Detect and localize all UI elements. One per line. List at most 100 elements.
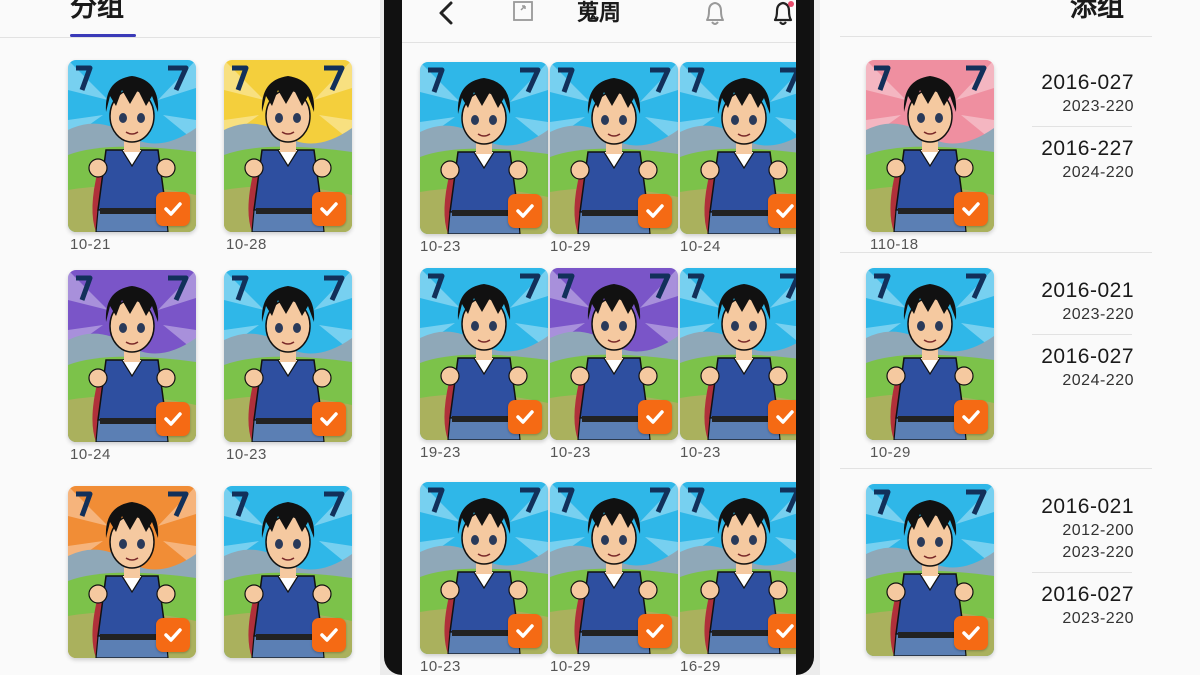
checkmark-icon — [320, 202, 338, 216]
row-divider — [840, 468, 1152, 469]
photo-date-label: 10-23 — [550, 444, 591, 461]
photo-card[interactable] — [866, 484, 994, 656]
checked-badge[interactable] — [638, 400, 672, 434]
date-group-divider — [1032, 334, 1132, 335]
checkmark-icon — [962, 202, 980, 216]
photo-date-label: 10-23 — [420, 238, 461, 255]
photo-card[interactable] — [866, 60, 994, 232]
center-screen: 蒐周 10-23 10-29 10-24 19-23 10-23 10-23 10-23 10… — [402, 0, 796, 675]
date-range-sub: 2023-220 — [1062, 98, 1134, 115]
checked-badge[interactable] — [768, 614, 796, 648]
checkmark-icon — [776, 204, 794, 218]
photo-card[interactable] — [680, 482, 796, 654]
photo-date-label: 19-23 — [420, 444, 461, 461]
checkmark-icon — [776, 624, 794, 638]
header-divider — [840, 36, 1152, 37]
checkmark-icon — [164, 628, 182, 642]
date-range-sub: 2024-220 — [1062, 372, 1134, 389]
photo-card[interactable] — [224, 270, 352, 442]
photo-date-label: 110-18 — [870, 236, 919, 253]
photo-date-label: 10-29 — [550, 658, 591, 675]
bell-notification-icon[interactable] — [768, 0, 796, 30]
bell-icon[interactable] — [700, 0, 730, 30]
checkmark-icon — [646, 204, 664, 218]
checkmark-icon — [320, 412, 338, 426]
checked-badge[interactable] — [312, 618, 346, 652]
date-range-main: 2016-027 — [1041, 583, 1134, 606]
row-divider — [840, 252, 1152, 253]
photo-date-label: 10-29 — [550, 238, 591, 255]
date-range-group[interactable]: 2016-021 2012-200 2023-220 — [1041, 494, 1134, 564]
photo-card[interactable] — [550, 62, 678, 234]
checkmark-icon — [646, 410, 664, 424]
tab-add-group[interactable]: 添组 — [1070, 0, 1124, 22]
checked-badge[interactable] — [954, 192, 988, 226]
photo-card[interactable] — [68, 486, 196, 658]
date-range-group[interactable]: 2016-021 2023-220 — [1041, 278, 1134, 326]
date-range-main: 2016-227 — [1041, 137, 1134, 160]
checked-badge[interactable] — [312, 192, 346, 226]
photo-card[interactable] — [224, 60, 352, 232]
checked-badge[interactable] — [638, 194, 672, 228]
photo-card[interactable] — [68, 270, 196, 442]
checkmark-icon — [516, 624, 534, 638]
photo-date-label: 10-24 — [680, 238, 721, 255]
date-range-main: 2016-021 — [1041, 279, 1134, 302]
checked-badge[interactable] — [508, 400, 542, 434]
photo-date-label: 10-29 — [870, 444, 911, 461]
checked-badge[interactable] — [156, 618, 190, 652]
checked-badge[interactable] — [156, 192, 190, 226]
checkmark-icon — [962, 410, 980, 424]
checked-badge[interactable] — [768, 194, 796, 228]
right-panel: 添组 110-18 2016-027 2023-220 2016-227 2024-22… — [820, 0, 1200, 675]
photo-date-label: 16-29 — [680, 658, 721, 675]
header-divider — [402, 42, 796, 43]
checkmark-icon — [320, 628, 338, 642]
checkmark-icon — [164, 202, 182, 216]
photo-card[interactable] — [680, 268, 796, 440]
photo-card[interactable] — [420, 62, 548, 234]
photo-card[interactable] — [550, 268, 678, 440]
date-range-sub: 2023-220 — [1062, 306, 1134, 323]
checked-badge[interactable] — [312, 402, 346, 436]
checked-badge[interactable] — [768, 400, 796, 434]
date-range-group[interactable]: 2016-027 2023-220 — [1041, 582, 1134, 630]
checked-badge[interactable] — [508, 614, 542, 648]
photo-card[interactable] — [224, 486, 352, 658]
date-range-sub: 2012-200 — [1062, 522, 1134, 539]
photo-card[interactable] — [680, 62, 796, 234]
checked-badge[interactable] — [638, 614, 672, 648]
checked-badge[interactable] — [954, 616, 988, 650]
checkmark-icon — [516, 410, 534, 424]
checkmark-icon — [962, 626, 980, 640]
photo-card[interactable] — [420, 268, 548, 440]
checked-badge[interactable] — [508, 194, 542, 228]
checked-badge[interactable] — [156, 402, 190, 436]
photo-date-label: 10-24 — [70, 446, 111, 463]
photo-date-label: 10-23 — [226, 446, 267, 463]
photo-date-label: 10-28 — [226, 236, 267, 253]
photo-date-label: 10-21 — [70, 236, 111, 253]
checked-badge[interactable] — [954, 400, 988, 434]
date-range-sub: 2023-220 — [1062, 544, 1134, 561]
left-panel: 分组 10-21 10-28 10-24 10-23 — [0, 0, 380, 675]
checkmark-icon — [164, 412, 182, 426]
photo-card[interactable] — [68, 60, 196, 232]
photo-card[interactable] — [550, 482, 678, 654]
date-range-group[interactable]: 2016-027 2023-220 — [1041, 70, 1134, 118]
header-divider — [0, 37, 380, 38]
date-group-divider — [1032, 572, 1132, 573]
checkmark-icon — [516, 204, 534, 218]
date-range-group[interactable]: 2016-227 2024-220 — [1041, 136, 1134, 184]
date-range-main: 2016-027 — [1041, 345, 1134, 368]
checkmark-icon — [776, 410, 794, 424]
date-group-divider — [1032, 126, 1132, 127]
photo-card[interactable] — [866, 268, 994, 440]
tab-group[interactable]: 分组 — [70, 0, 124, 22]
photo-card[interactable] — [420, 482, 548, 654]
center-phone-frame: 蒐周 10-23 10-29 10-24 19-23 10-23 10-23 10-23 10… — [384, 0, 814, 675]
date-range-group[interactable]: 2016-027 2024-220 — [1041, 344, 1134, 392]
date-range-sub: 2023-220 — [1062, 610, 1134, 627]
date-range-main: 2016-021 — [1041, 495, 1134, 518]
checkmark-icon — [646, 624, 664, 638]
